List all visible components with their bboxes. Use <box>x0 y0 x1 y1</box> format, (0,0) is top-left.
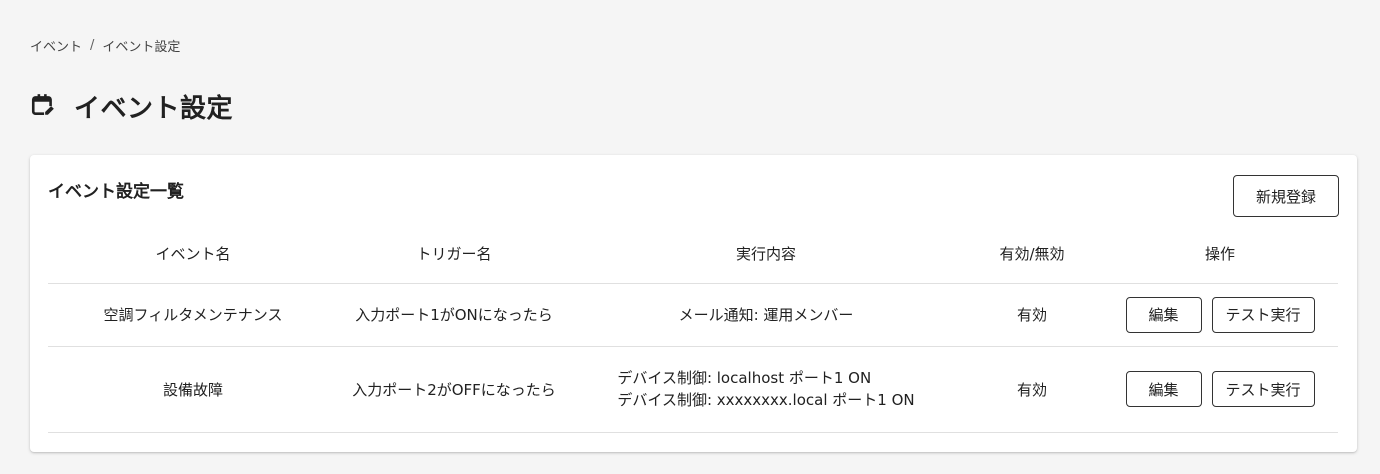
event-name-cell: 設備故障 <box>48 346 338 433</box>
page: イベント / イベント設定 イベント設定 イベント設定一覧 新規登録 イベント名 <box>0 0 1380 474</box>
column-header-status: 有効/無効 <box>962 225 1102 284</box>
test-run-button[interactable]: テスト実行 <box>1211 296 1315 333</box>
event-table: イベント名 トリガー名 実行内容 有効/無効 操作 空調フィルタメンテナンス 入… <box>48 225 1338 433</box>
event-list-card: イベント設定一覧 新規登録 イベント名 トリガー名 実行内容 有効/無効 操作 … <box>30 155 1357 452</box>
status-cell: 有効 <box>962 283 1102 347</box>
breadcrumb: イベント / イベント設定 <box>30 36 180 55</box>
action-line: デバイス制御: xxxxxxxx.local ポート1 ON <box>617 391 915 409</box>
breadcrumb-separator: / <box>90 38 95 53</box>
card-title: イベント設定一覧 <box>48 182 184 202</box>
page-title: イベント設定 <box>74 94 234 124</box>
column-header-trigger-name: トリガー名 <box>338 225 570 284</box>
new-register-button[interactable]: 新規登録 <box>1233 175 1339 217</box>
column-header-event-name: イベント名 <box>48 225 338 284</box>
actions-cell: デバイス制御: localhost ポート1 ON デバイス制御: xxxxxx… <box>570 346 962 433</box>
event-name-cell: 空調フィルタメンテナンス <box>48 283 338 347</box>
status-cell: 有効 <box>962 346 1102 433</box>
edit-button[interactable]: 編集 <box>1125 371 1202 407</box>
test-run-button[interactable]: テスト実行 <box>1211 371 1315 407</box>
table-row: 設備故障 入力ポート2がOFFになったら デバイス制御: localhost ポ… <box>48 346 1338 433</box>
trigger-name-cell: 入力ポート2がOFFになったら <box>338 346 570 433</box>
page-header: イベント設定 <box>30 88 233 125</box>
calendar-edit-icon <box>30 92 56 122</box>
breadcrumb-current: イベント設定 <box>102 40 181 55</box>
edit-button[interactable]: 編集 <box>1125 296 1202 333</box>
action-line: メール通知: 運用メンバー <box>678 305 854 324</box>
breadcrumb-parent[interactable]: イベント <box>30 36 82 55</box>
actions-cell: メール通知: 運用メンバー <box>570 283 962 347</box>
operations-cell: 編集 テスト実行 <box>1102 346 1338 433</box>
column-header-actions: 実行内容 <box>570 225 962 284</box>
table-header-row: イベント名 トリガー名 実行内容 有効/無効 操作 <box>48 225 1338 284</box>
trigger-name-cell: 入力ポート1がONになったら <box>338 283 570 347</box>
action-line: デバイス制御: localhost ポート1 ON <box>617 369 872 387</box>
table-row: 空調フィルタメンテナンス 入力ポート1がONになったら メール通知: 運用メンバ… <box>48 283 1338 347</box>
operations-cell: 編集 テスト実行 <box>1102 283 1338 347</box>
column-header-operations: 操作 <box>1102 225 1338 284</box>
